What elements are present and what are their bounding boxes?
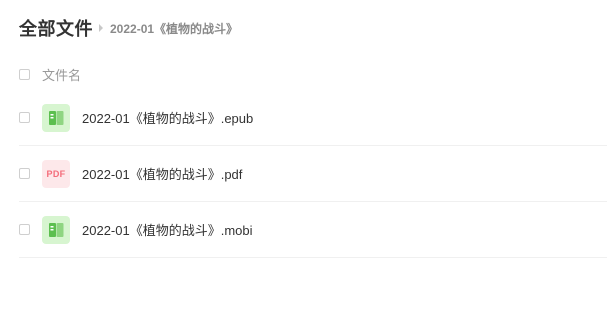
file-name[interactable]: 2022-01《植物的战斗》.pdf (82, 164, 242, 183)
file-row-pdf[interactable]: PDF 2022-01《植物的战斗》.pdf (19, 146, 607, 202)
file-row-mobi[interactable]: 2022-01《植物的战斗》.mobi (19, 202, 607, 258)
pdf-icon: PDF (42, 159, 70, 188)
file-name[interactable]: 2022-01《植物的战斗》.epub (82, 108, 253, 127)
file-row-epub[interactable]: 2022-01《植物的战斗》.epub (19, 90, 607, 146)
row-checkbox[interactable] (19, 224, 30, 235)
row-checkbox[interactable] (19, 112, 30, 123)
breadcrumb-current-folder: 2022-01《植物的战斗》 (110, 21, 239, 36)
column-header-filename[interactable]: 文件名 (42, 65, 81, 84)
breadcrumb: 全部文件 2022-01《植物的战斗》 (19, 15, 238, 41)
select-all-checkbox[interactable] (19, 68, 30, 80)
ebook-icon (42, 215, 70, 244)
pdf-icon-label: PDF (46, 168, 66, 179)
file-list-page: 全部文件 2022-01《植物的战斗》 文件名 2022-01《植物的战斗》.e… (0, 0, 607, 313)
breadcrumb-root-link[interactable]: 全部文件 (19, 15, 93, 41)
list-header: 文件名 (19, 64, 81, 84)
chevron-right-icon (99, 24, 103, 32)
file-name[interactable]: 2022-01《植物的战斗》.mobi (82, 220, 253, 239)
ebook-icon (42, 103, 70, 132)
row-checkbox[interactable] (19, 168, 30, 179)
